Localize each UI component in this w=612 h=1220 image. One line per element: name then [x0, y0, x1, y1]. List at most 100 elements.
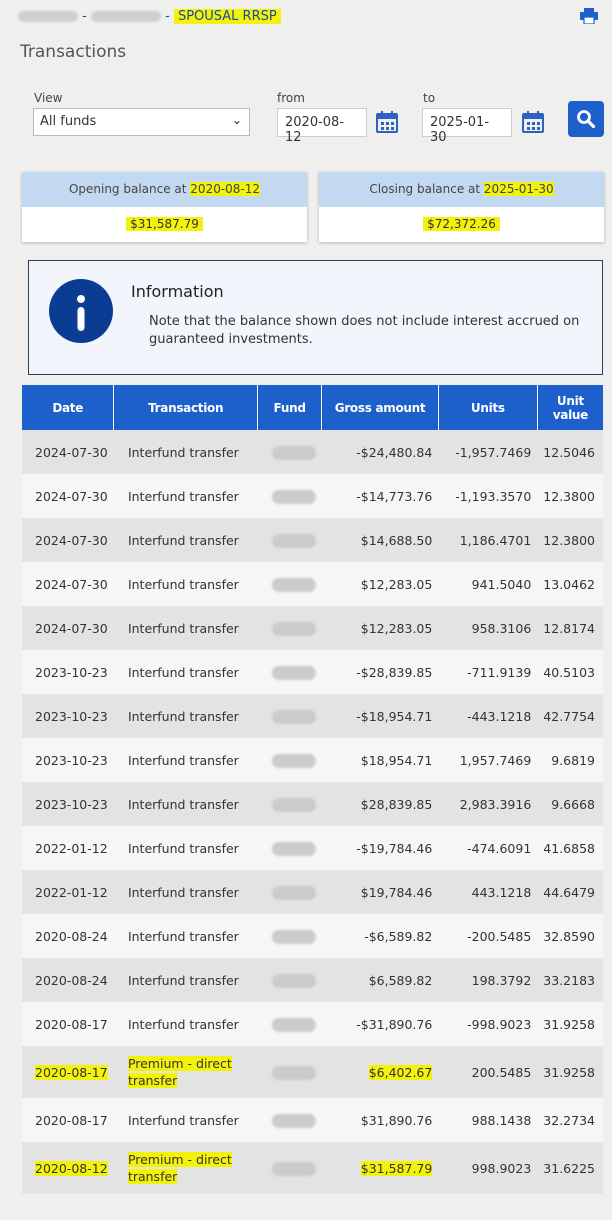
redacted-fund — [271, 973, 316, 988]
cell-transaction: Interfund transfer — [127, 1112, 239, 1128]
cell-date: 2020-08-17 — [35, 1064, 108, 1080]
cell-unit-value: 32.8590 — [543, 928, 595, 944]
cell-fund — [257, 430, 321, 474]
table-row: 2024-07-30 Interfund transfer $12,283.05 94… — [22, 562, 603, 606]
cell-gross-amount: -$31,890.76 — [356, 1016, 433, 1032]
column-header-fund[interactable]: Fund — [257, 385, 323, 430]
cell-date: 2023-10-23 — [35, 796, 108, 812]
cell-fund — [257, 870, 321, 914]
table-row: 2020-08-24 Interfund transfer -$6,589.82 -2… — [22, 914, 603, 958]
cell-transaction: Interfund transfer — [127, 928, 239, 944]
cell-unit-value: 32.2734 — [543, 1112, 595, 1128]
cell-fund — [257, 1002, 321, 1046]
cell-gross-amount: -$19,784.46 — [356, 840, 433, 856]
table-row: 2024-07-30 Interfund transfer $14,688.50 1,… — [22, 518, 603, 562]
cell-gross-amount: -$28,839.85 — [356, 664, 433, 680]
cell-units: -474.6091 — [467, 840, 532, 856]
cell-unit-value: 12.5046 — [543, 444, 595, 460]
cell-unit-value: 31.9258 — [543, 1016, 595, 1032]
cell-unit-value: 9.6668 — [551, 796, 595, 812]
column-header-units[interactable]: Units — [438, 385, 538, 430]
opening-balance-value: $31,587.79 — [126, 217, 203, 231]
cell-date: 2020-08-17 — [35, 1112, 108, 1128]
table-row: 2024-07-30 Interfund transfer -$24,480.84 -… — [22, 430, 603, 474]
redacted-fund — [271, 445, 316, 460]
cell-fund — [257, 1098, 321, 1142]
cell-transaction: Interfund transfer — [127, 708, 239, 724]
cell-units: -200.5485 — [467, 928, 532, 944]
cell-gross-amount: -$6,589.82 — [364, 928, 433, 944]
to-date-input[interactable]: 2025-01-30 — [422, 108, 512, 145]
cell-fund — [257, 782, 321, 826]
cell-transaction: Interfund transfer — [127, 972, 239, 988]
cell-units: 941.5040 — [471, 576, 532, 592]
column-header-gross-amount[interactable]: Gross amount — [321, 385, 439, 430]
info-title: Information — [131, 282, 224, 301]
closing-balance-card: Closing balance at 2025-01-30 $72,372.26 — [319, 172, 604, 242]
cell-gross-amount: $28,839.85 — [360, 796, 433, 812]
table-row: 2024-07-30 Interfund transfer -$14,773.76 -… — [22, 474, 603, 518]
calendar-icon[interactable] — [376, 111, 398, 133]
cell-units: 958.3106 — [471, 620, 532, 636]
cell-units: 200.5485 — [471, 1064, 532, 1080]
cell-date: 2023-10-23 — [35, 664, 108, 680]
column-header-date[interactable]: Date — [22, 385, 115, 430]
redacted-fund — [271, 885, 316, 900]
printer-icon[interactable] — [580, 8, 598, 24]
cell-units: -998.9023 — [467, 1016, 532, 1032]
page-title: Transactions — [20, 42, 127, 62]
cell-gross-amount: $31,587.79 — [360, 1160, 433, 1176]
cell-units: -1,957.7469 — [455, 444, 532, 460]
calendar-icon[interactable] — [522, 111, 544, 133]
cell-gross-amount: $12,283.05 — [360, 620, 433, 636]
cell-date: 2023-10-23 — [35, 752, 108, 768]
cell-fund — [257, 694, 321, 738]
cell-units: 1,957.7469 — [459, 752, 532, 768]
cell-gross-amount: $19,784.46 — [360, 884, 433, 900]
redacted-fund — [271, 1113, 316, 1128]
cell-unit-value: 40.5103 — [543, 664, 595, 680]
info-text: Note that the balance shown does not inc… — [149, 314, 580, 347]
cell-units: -711.9139 — [467, 664, 532, 680]
closing-balance-header: Closing balance at 2025-01-30 — [319, 172, 604, 207]
from-date-input[interactable]: 2020-08-12 — [277, 108, 367, 145]
cell-unit-value: 44.6479 — [543, 884, 595, 900]
column-header-unit-value[interactable]: Unit value — [537, 385, 603, 430]
view-select[interactable]: All funds ⌄ — [33, 108, 250, 136]
cell-date: 2024-07-30 — [35, 576, 108, 592]
column-header-transaction[interactable]: Transaction — [113, 385, 258, 430]
cell-gross-amount: $12,283.05 — [360, 576, 433, 592]
cell-transaction: Interfund transfer — [127, 664, 239, 680]
cell-transaction: Interfund transfer — [127, 576, 239, 592]
cell-unit-value: 31.6225 — [543, 1160, 595, 1176]
cell-unit-value: 12.3800 — [543, 488, 595, 504]
cell-fund — [257, 1142, 321, 1194]
redacted-fund — [271, 1161, 316, 1176]
cell-fund — [257, 606, 321, 650]
cell-transaction: Premium - direct transfer — [127, 1152, 232, 1184]
opening-balance-date: 2020-08-12 — [190, 182, 261, 196]
view-label: View — [34, 91, 63, 105]
view-select-value: All funds — [40, 114, 97, 129]
redacted-fund — [271, 929, 316, 944]
table-row: 2022-01-12 Interfund transfer $19,784.46 44… — [22, 870, 603, 914]
cell-unit-value: 33.2183 — [543, 972, 595, 988]
to-label: to — [423, 91, 436, 105]
cell-date: 2023-10-23 — [35, 708, 108, 724]
cell-fund — [257, 474, 321, 518]
cell-transaction: Interfund transfer — [127, 796, 239, 812]
cell-unit-value: 12.8174 — [543, 620, 595, 636]
closing-balance-date: 2025-01-30 — [483, 182, 554, 196]
redacted-fund — [271, 533, 316, 548]
redacted-fund — [271, 577, 316, 592]
cell-date: 2024-07-30 — [35, 620, 108, 636]
cell-date: 2020-08-17 — [35, 1016, 108, 1032]
cell-unit-value: 41.6858 — [543, 840, 595, 856]
table-row: 2023-10-23 Interfund transfer -$18,954.71 -… — [22, 694, 603, 738]
table-row: 2020-08-17 Premium - direct transfer $6,40… — [22, 1046, 603, 1098]
cell-units: 443.1218 — [471, 884, 532, 900]
redacted-fund — [271, 1065, 316, 1080]
cell-unit-value: 12.3800 — [543, 532, 595, 548]
cell-transaction: Interfund transfer — [127, 532, 239, 548]
search-button[interactable] — [568, 101, 604, 137]
